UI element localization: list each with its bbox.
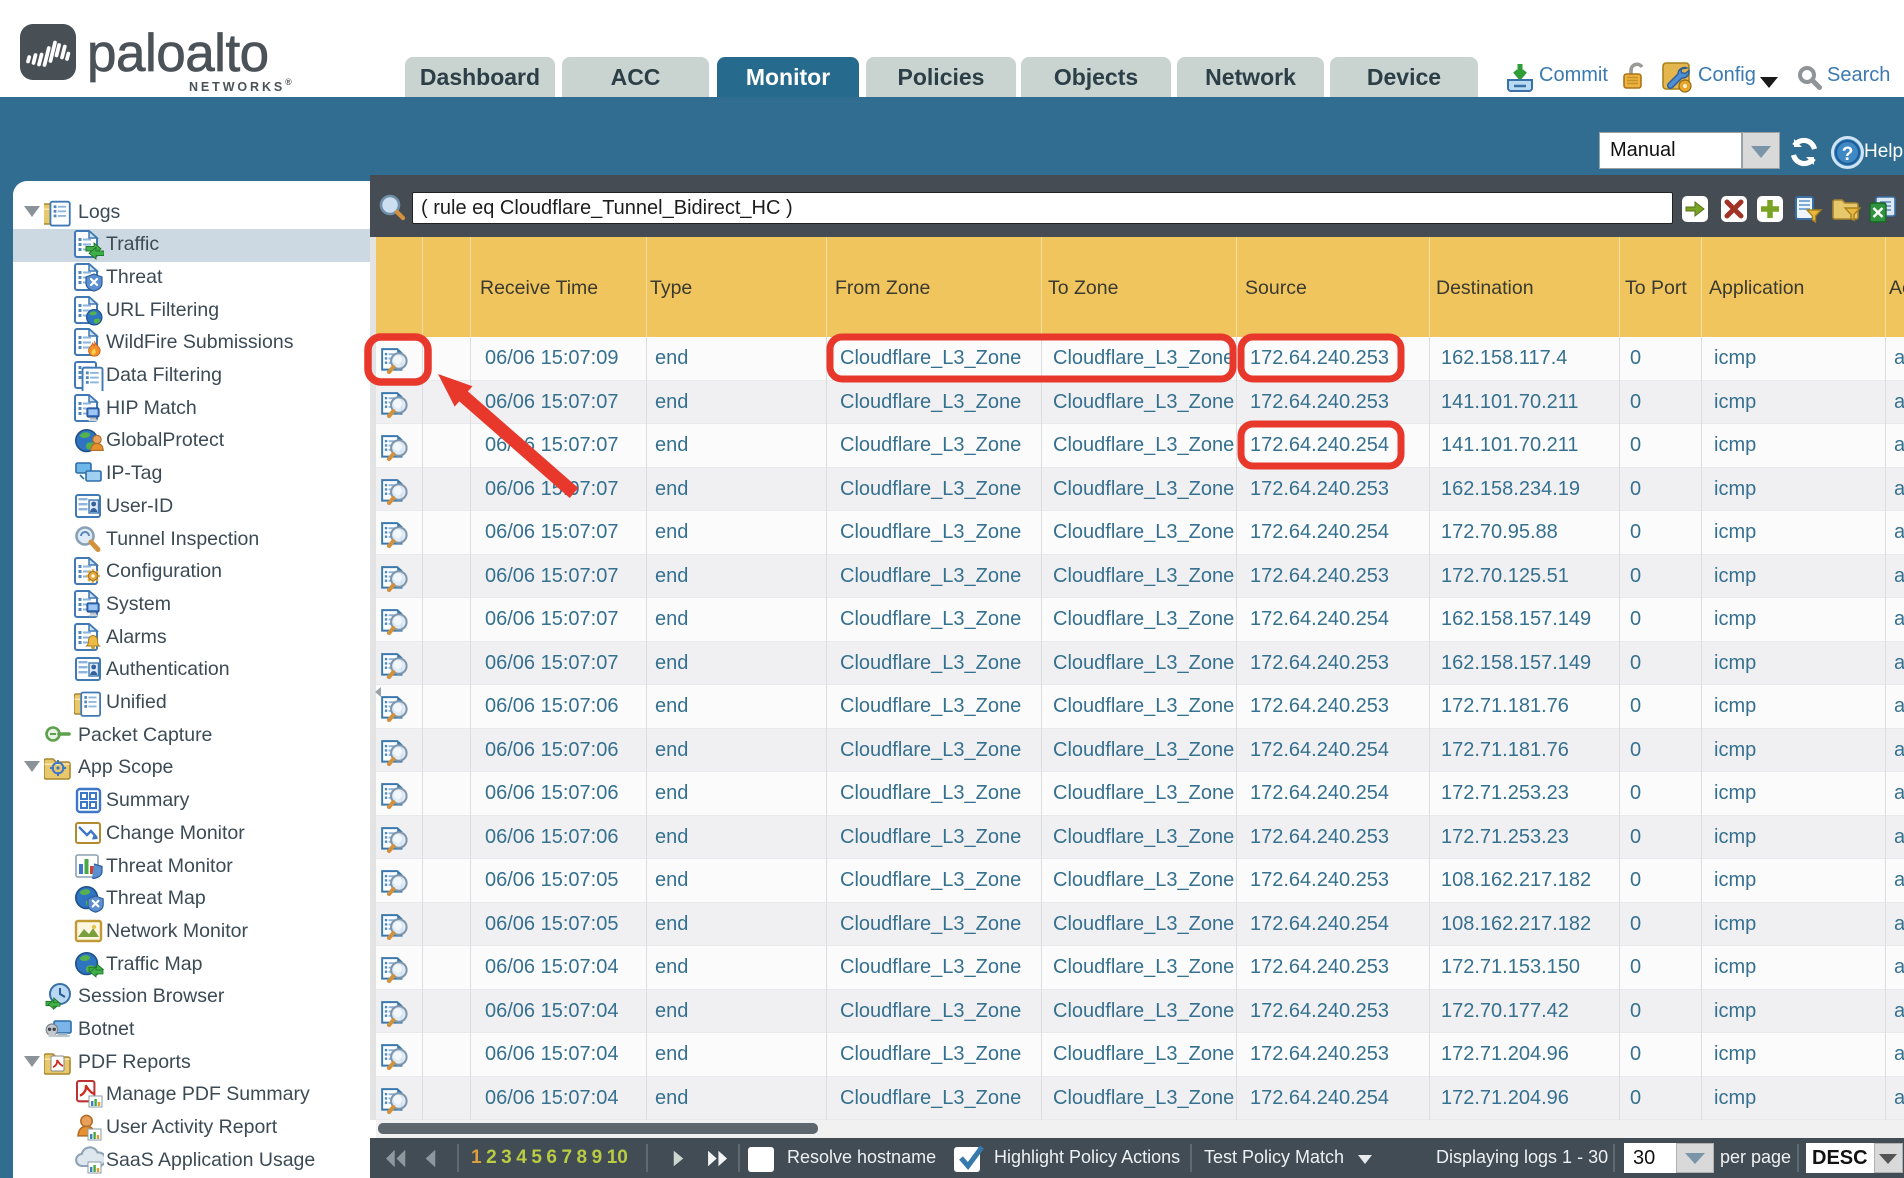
svg-text:?: ? [1842, 144, 1854, 165]
